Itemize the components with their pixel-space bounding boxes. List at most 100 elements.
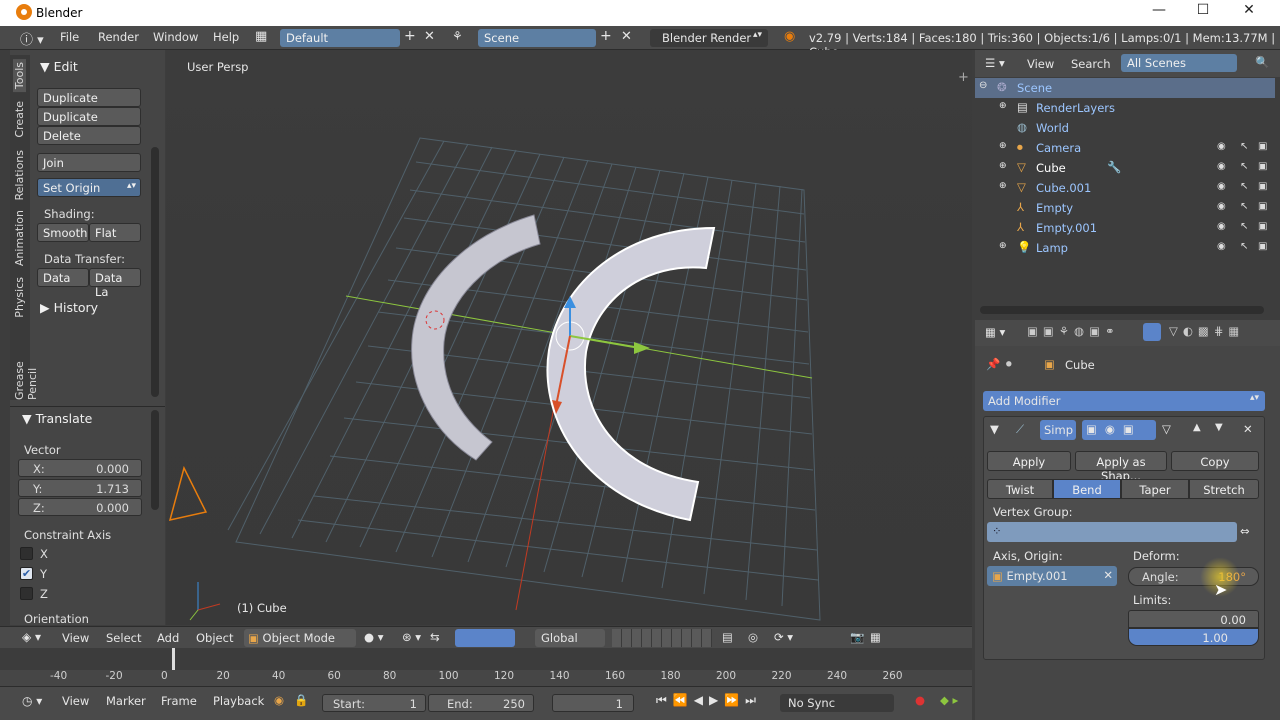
- layer-buttons[interactable]: [612, 629, 712, 647]
- render-camera-icon[interactable]: ▣: [1258, 221, 1267, 232]
- modifier-visibility-toggles[interactable]: ▣◉▣: [1082, 420, 1156, 440]
- cursor-select-icon[interactable]: ↖: [1240, 161, 1248, 172]
- pivot-point-icon[interactable]: ⊛ ▾: [402, 630, 421, 644]
- render-engine-select[interactable]: Blender Render ▴▾: [650, 29, 768, 47]
- history-panel-header[interactable]: ▶ History: [40, 300, 98, 315]
- layout-icon[interactable]: ▦: [255, 29, 267, 44]
- timeline-menu-frame[interactable]: Frame: [161, 694, 197, 708]
- mode-twist-button[interactable]: Twist: [987, 479, 1053, 499]
- info-editor-icon[interactable]: ⓘ ▾: [20, 29, 44, 48]
- edit-mode-cage-icon[interactable]: ▽: [1162, 422, 1171, 436]
- outliner-row-cube[interactable]: ⊕ ▽ Cube 🔧: [975, 158, 1275, 178]
- join-button[interactable]: Join: [37, 153, 141, 172]
- timeline-menu-playback[interactable]: Playback: [213, 694, 264, 708]
- viewport-shading-icon[interactable]: ● ▾: [364, 630, 383, 644]
- snap-icon[interactable]: ⟳ ▾: [774, 630, 793, 644]
- smooth-button[interactable]: Smooth: [37, 223, 89, 242]
- manipulator-toggle-icon[interactable]: ⇆: [430, 630, 440, 644]
- mode-stretch-button[interactable]: Stretch: [1189, 479, 1259, 499]
- eye-icon[interactable]: ◉: [1217, 201, 1226, 212]
- expand-icon[interactable]: ⊕: [999, 181, 1007, 191]
- constraint-x-checkbox[interactable]: [20, 547, 33, 560]
- vertex-group-field[interactable]: ⁘: [987, 522, 1237, 542]
- outliner-menu-view[interactable]: View: [1027, 57, 1054, 71]
- delete-button[interactable]: Delete: [37, 126, 141, 145]
- record-icon[interactable]: ●: [915, 693, 925, 707]
- mode-taper-button[interactable]: Taper: [1121, 479, 1189, 499]
- render-camera-icon[interactable]: ▣: [1258, 161, 1267, 172]
- menu-add[interactable]: Add: [157, 631, 179, 645]
- translate-panel-header[interactable]: ▼ Translate: [22, 411, 92, 426]
- maximize-icon[interactable]: ☐: [1192, 2, 1214, 22]
- context-tab-icons[interactable]: ▣▣⚘◍▣⚭: [1027, 324, 1120, 338]
- vector-y-field[interactable]: Y: 1.713: [18, 479, 142, 497]
- eye-icon[interactable]: ◉: [1217, 141, 1226, 152]
- start-frame-field[interactable]: Start: 1: [322, 694, 426, 712]
- translate-panel-scrollbar[interactable]: [151, 410, 159, 510]
- outliner-row-empty[interactable]: ⅄ Empty: [975, 198, 1275, 218]
- render-anim-icon[interactable]: ▦: [870, 630, 881, 644]
- screen-layout-field[interactable]: Default: [280, 29, 400, 47]
- clear-origin-icon[interactable]: ✕: [1103, 568, 1113, 582]
- end-frame-field[interactable]: End: 250: [428, 694, 534, 712]
- outliner-row-renderlayers[interactable]: ⊕ ▤ RenderLayers: [975, 98, 1275, 118]
- more-context-tab-icons[interactable]: ▽◐▩⋕▦: [1169, 324, 1244, 338]
- outliner-menu-search[interactable]: Search: [1071, 57, 1111, 71]
- close-icon[interactable]: ✕: [1238, 2, 1260, 22]
- transform-orientation-select[interactable]: Global: [535, 629, 605, 647]
- scene-field[interactable]: Scene: [478, 29, 596, 47]
- outliner-row-lamp[interactable]: ⊕ 💡 Lamp: [975, 238, 1275, 258]
- timeline[interactable]: -40 -20 0 20 40 60 80 100 120 140 160 180 200 220 240 2…: [0, 648, 972, 686]
- outliner-display-mode-select[interactable]: All Scenes: [1121, 54, 1237, 72]
- menu-view[interactable]: View: [62, 631, 89, 645]
- outliner-scrollbar[interactable]: [980, 306, 1264, 314]
- modifier-name-field[interactable]: Simp: [1040, 420, 1076, 440]
- tool-shelf-scrollbar[interactable]: [151, 147, 159, 397]
- duplicate-linked-button[interactable]: Duplicate Linked: [37, 107, 141, 138]
- apply-button[interactable]: Apply: [987, 451, 1071, 471]
- timeline-track[interactable]: [0, 648, 972, 670]
- copy-button[interactable]: Copy: [1171, 451, 1259, 471]
- outliner-row-empty001[interactable]: ⅄ Empty.001: [975, 218, 1275, 238]
- menu-help[interactable]: Help: [213, 30, 239, 44]
- viewport-plus-icon[interactable]: +: [958, 70, 969, 85]
- tab-create[interactable]: Create: [13, 101, 26, 138]
- flat-button[interactable]: Flat: [89, 223, 141, 242]
- render-camera-icon[interactable]: ▣: [1258, 201, 1267, 212]
- tab-animation[interactable]: Animation: [13, 210, 26, 266]
- timeline-playhead[interactable]: [172, 648, 175, 670]
- outliner-row-scene[interactable]: ⊖ ❂ Scene: [975, 78, 1275, 98]
- outliner-row-world[interactable]: ◍ World: [975, 118, 1275, 138]
- mode-bend-button[interactable]: Bend: [1053, 479, 1121, 499]
- lock-layers-icon[interactable]: ▤: [722, 630, 733, 644]
- eye-icon[interactable]: ◉: [1217, 221, 1226, 232]
- origin-object-field[interactable]: ▣ Empty.001 ✕: [987, 566, 1117, 586]
- collapse-icon[interactable]: ⊖: [979, 80, 987, 91]
- move-up-icon[interactable]: ▲: [1193, 422, 1201, 433]
- add-modifier-select[interactable]: Add Modifier ▴▾: [983, 391, 1265, 411]
- tab-tools[interactable]: Tools: [13, 59, 26, 93]
- data-button[interactable]: Data: [37, 268, 89, 287]
- outliner-editor-icon[interactable]: ☰ ▾: [985, 56, 1005, 70]
- vector-z-field[interactable]: Z: 0.000: [18, 498, 142, 516]
- cursor-select-icon[interactable]: ↖: [1240, 181, 1248, 192]
- vector-x-field[interactable]: X: 0.000: [18, 459, 142, 477]
- limit-low-field[interactable]: 0.00: [1128, 610, 1259, 628]
- limit-high-field[interactable]: 1.00: [1128, 628, 1259, 646]
- pin-icon[interactable]: 📌: [986, 357, 1000, 371]
- cursor-select-icon[interactable]: ↖: [1240, 221, 1248, 232]
- timeline-editor-icon[interactable]: ◷ ▾: [22, 694, 42, 708]
- render-camera-icon[interactable]: ▣: [1258, 141, 1267, 152]
- 3d-viewport[interactable]: User Persp (1) Cube +: [166, 50, 972, 625]
- proportional-edit-icon[interactable]: ◎: [748, 630, 758, 644]
- apply-as-shape-button[interactable]: Apply as Shap...: [1075, 451, 1167, 483]
- tab-grease-pencil[interactable]: Grease Pencil: [13, 327, 39, 400]
- manipulator-modes[interactable]: [455, 629, 515, 647]
- lock-icon[interactable]: 🔒: [294, 693, 308, 707]
- edit-panel-header[interactable]: ▼ Edit: [40, 59, 78, 74]
- render-still-icon[interactable]: 📷: [850, 630, 864, 644]
- cursor-select-icon[interactable]: ↖: [1240, 241, 1248, 252]
- tab-relations[interactable]: Relations: [13, 150, 26, 201]
- outliner-row-camera[interactable]: ⊕ ⏺ Camera: [975, 138, 1275, 158]
- mode-select[interactable]: ▣ Object Mode: [244, 629, 356, 647]
